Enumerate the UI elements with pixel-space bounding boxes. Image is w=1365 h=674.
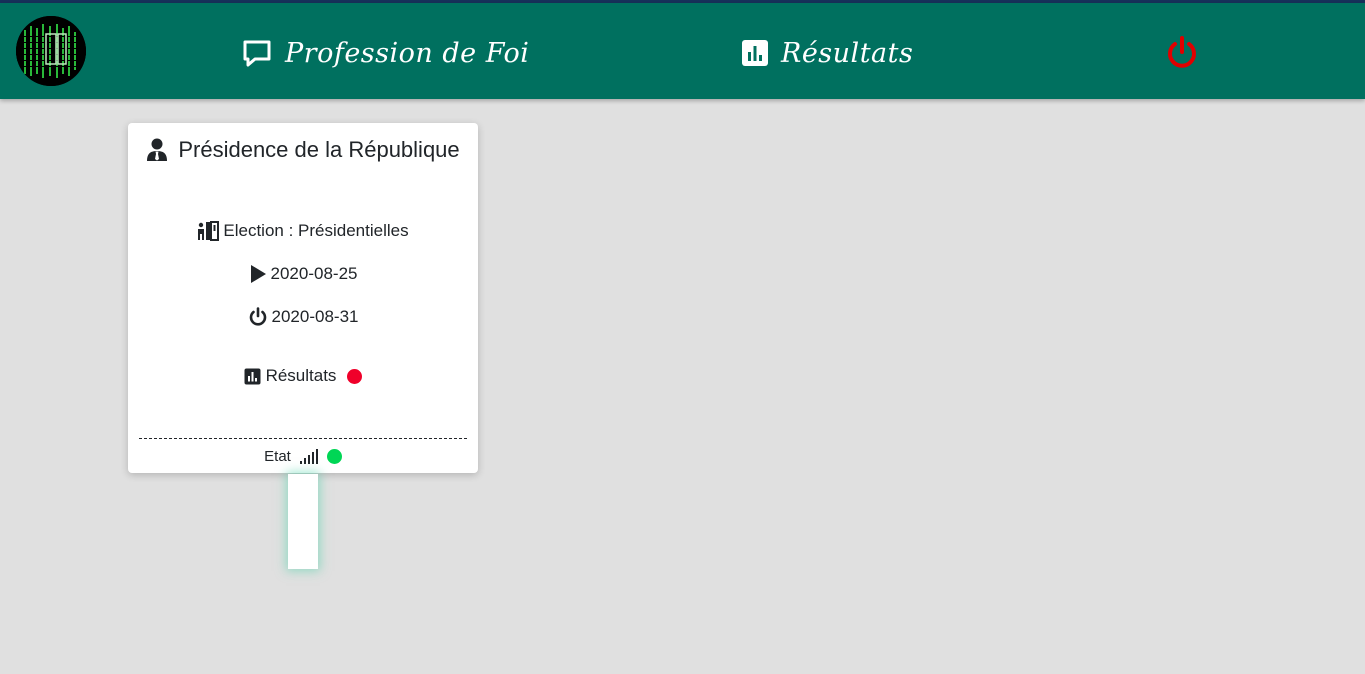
start-date-text: 2020-08-25 bbox=[270, 264, 358, 283]
app-logo[interactable] bbox=[16, 16, 86, 86]
signal-icon bbox=[299, 448, 318, 464]
footer-status-dot bbox=[326, 449, 342, 464]
results-row[interactable]: Résultats bbox=[128, 366, 478, 386]
power-icon bbox=[1168, 36, 1196, 68]
nav-resultats[interactable]: Résultats bbox=[741, 33, 913, 73]
results-status-dot bbox=[347, 368, 363, 384]
nav-profession-label: Profession de Foi bbox=[285, 37, 530, 69]
election-type-text: Election : Présidentielles bbox=[223, 221, 409, 240]
card-divider bbox=[139, 438, 467, 439]
nav-resultats-label: Résultats bbox=[781, 37, 914, 69]
bar-chart-icon bbox=[742, 40, 768, 66]
end-date-text: 2020-08-31 bbox=[271, 307, 359, 326]
card-title-text: Présidence de la République bbox=[178, 137, 460, 162]
logout-button[interactable] bbox=[1164, 35, 1200, 71]
end-date-row: 2020-08-31 bbox=[128, 307, 478, 327]
results-label: Résultats bbox=[265, 366, 337, 385]
election-card[interactable]: Présidence de la République Election : P… bbox=[128, 123, 478, 473]
power-icon bbox=[249, 307, 266, 326]
hover-indicator bbox=[288, 474, 318, 569]
card-footer: Etat bbox=[128, 448, 478, 465]
nav-profession-de-foi[interactable]: Profession de Foi bbox=[241, 33, 529, 73]
chat-bubble-icon bbox=[243, 40, 271, 67]
ballot-box-icon bbox=[198, 221, 220, 241]
play-icon bbox=[250, 265, 266, 283]
terminal-matrix-logo bbox=[16, 16, 86, 86]
card-title: Présidence de la République bbox=[128, 137, 478, 163]
bar-chart-icon bbox=[244, 368, 261, 384]
user-tie-icon bbox=[147, 138, 168, 161]
navbar: Profession de Foi Résultats bbox=[0, 3, 1365, 99]
footer-state-label: Etat bbox=[264, 448, 291, 465]
election-type-row: Election : Présidentielles bbox=[128, 221, 478, 241]
start-date-row: 2020-08-25 bbox=[128, 264, 478, 284]
